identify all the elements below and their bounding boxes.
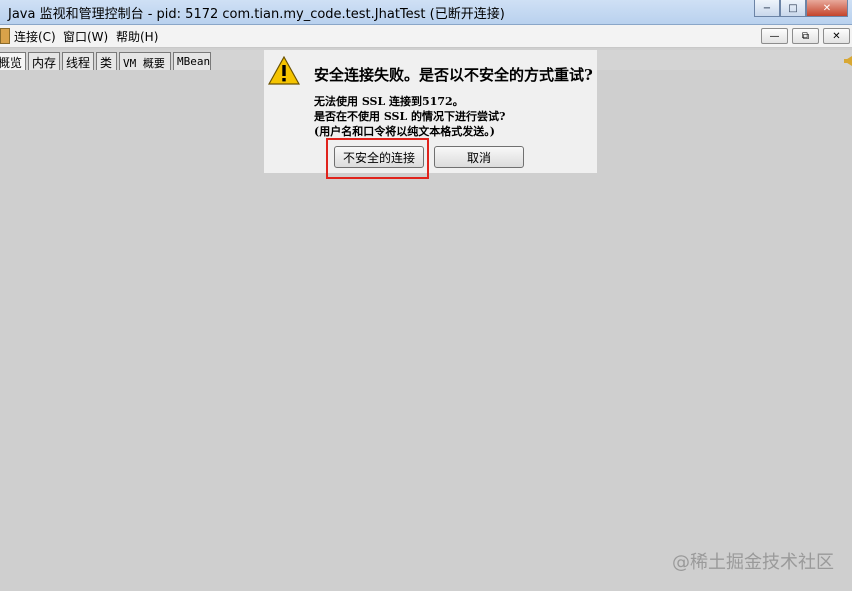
ssl-failure-dialog: 安全连接失败。是否以不安全的方式重试? 无法使用 SSL 连接到5172。 是否… [264, 50, 597, 173]
dialog-message-line-2: 是否在不使用 SSL 的情况下进行尝试? [314, 110, 506, 123]
window-title-bar: Java 监视和管理控制台 - pid: 5172 com.tian.my_co… [0, 0, 852, 25]
insecure-connect-button[interactable]: 不安全的连接 [334, 146, 424, 168]
menu-connection[interactable]: 连接(C) [14, 28, 56, 45]
watermark: @稀土掘金技术社区 [672, 552, 834, 573]
mdi-close-button[interactable]: ✕ [823, 28, 850, 44]
mdi-controls: — ⧉ ✕ [761, 28, 850, 44]
maximize-button[interactable]: □ [780, 0, 806, 17]
tab-memory[interactable]: 内存 [28, 52, 60, 70]
dialog-message-line-1: 无法使用 SSL 连接到5172。 [314, 95, 464, 108]
menu-window[interactable]: 窗口(W) [63, 28, 108, 45]
window-controls: − □ ✕ [754, 0, 848, 17]
mdi-restore-button[interactable]: ⧉ [792, 28, 819, 44]
menu-bar: 连接(C) 窗口(W) 帮助(H) — ⧉ ✕ [0, 25, 852, 48]
window-title: Java 监视和管理控制台 - pid: 5172 com.tian.my_co… [8, 7, 505, 22]
cancel-button[interactable]: 取消 [434, 146, 524, 168]
dialog-heading: 安全连接失败。是否以不安全的方式重试? [314, 66, 593, 84]
dialog-message-line-3: (用户名和口令将以纯文本格式发送。) [314, 125, 495, 138]
minimize-button[interactable]: − [754, 0, 780, 17]
warning-icon [268, 56, 300, 85]
app-icon [0, 28, 10, 44]
mdi-minimize-button[interactable]: — [761, 28, 788, 44]
tab-overview[interactable]: 概览 [0, 52, 26, 70]
menu-help[interactable]: 帮助(H) [116, 28, 158, 45]
tab-classes[interactable]: 类 [96, 52, 117, 70]
tab-threads[interactable]: 线程 [62, 52, 94, 70]
tab-vm-summary[interactable]: VM 概要 [119, 52, 171, 70]
close-button[interactable]: ✕ [806, 0, 848, 17]
tab-mbean[interactable]: MBean [173, 52, 211, 70]
